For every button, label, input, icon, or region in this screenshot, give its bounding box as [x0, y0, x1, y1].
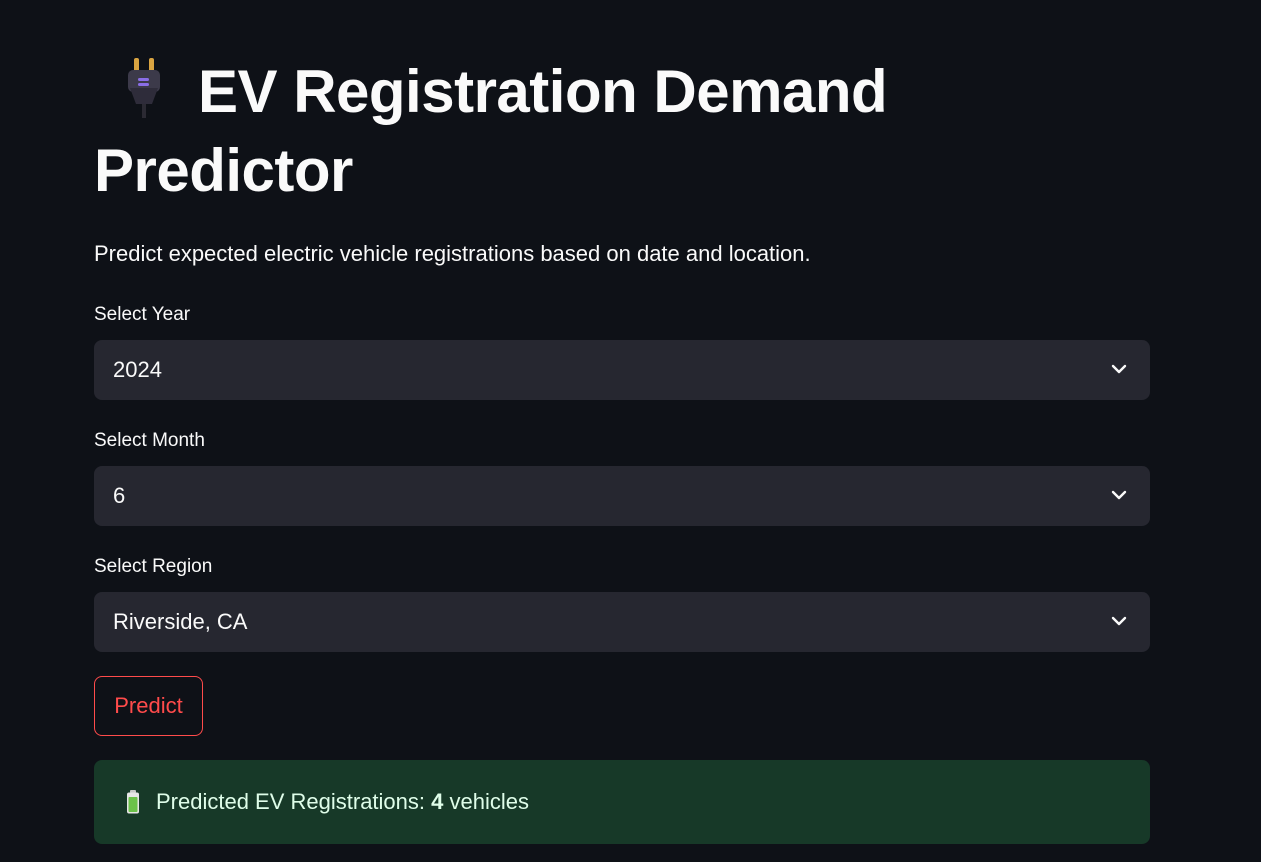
- predict-button[interactable]: Predict: [94, 676, 203, 736]
- region-label: Select Region: [94, 556, 213, 577]
- page-title-text: EV Registration Demand Predictor: [94, 58, 888, 204]
- page-title: EV Registration Demand Predictor: [94, 52, 994, 210]
- year-label: Select Year: [94, 304, 191, 325]
- prediction-result-alert: Predicted EV Registrations: 4 vehicles: [94, 760, 1150, 844]
- year-select-value: 2024: [113, 357, 162, 382]
- chevron-down-icon: [1111, 616, 1127, 626]
- month-select-value: 6: [113, 483, 126, 508]
- electric-plug-icon: [116, 54, 180, 118]
- year-select[interactable]: 2024: [94, 340, 1150, 400]
- prediction-result-text: Predicted EV Registrations: 4 vehicles: [156, 760, 529, 844]
- prediction-result-unit: vehicles: [443, 789, 529, 814]
- chevron-down-icon: [1111, 364, 1127, 374]
- month-select[interactable]: 6: [94, 466, 1150, 526]
- month-label: Select Month: [94, 430, 205, 451]
- chevron-down-icon: [1111, 490, 1127, 500]
- prediction-result-value: 4: [431, 789, 444, 814]
- battery-icon: [127, 790, 139, 814]
- prediction-result-prefix: Predicted EV Registrations:: [156, 789, 432, 814]
- page-subtitle: Predict expected electric vehicle regist…: [94, 241, 811, 266]
- region-select-value: Riverside, CA: [113, 609, 248, 634]
- region-select[interactable]: Riverside, CA: [94, 592, 1150, 652]
